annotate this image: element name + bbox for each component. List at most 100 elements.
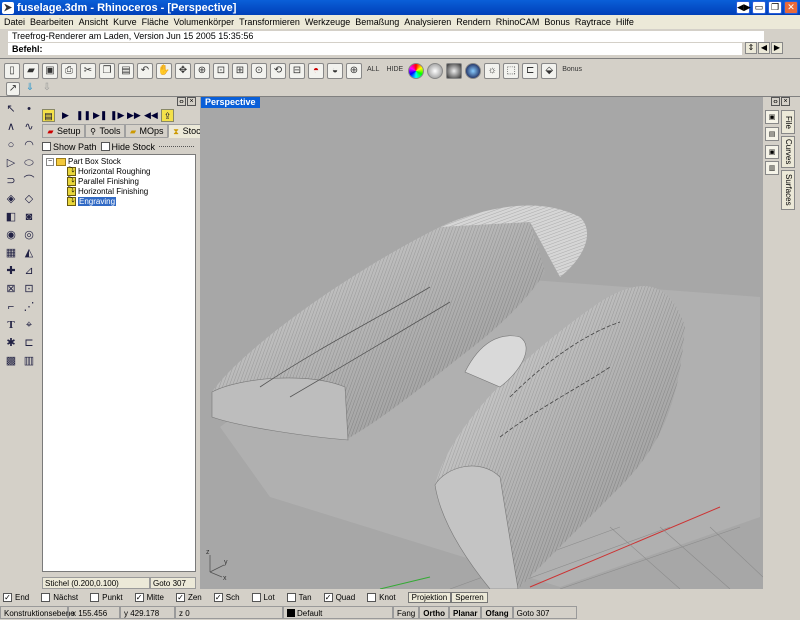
vrml-icon[interactable]: ▣ xyxy=(765,110,779,124)
osnap-tan[interactable]: Tan xyxy=(286,593,312,602)
layer-selector[interactable]: Default xyxy=(283,605,393,619)
offset-icon[interactable]: ⊃ xyxy=(3,173,19,189)
select-all-icon[interactable]: ⊕ xyxy=(346,63,362,79)
right-panel-close-icon[interactable]: × xyxy=(781,97,790,106)
zoom-extents-icon[interactable]: ⊞ xyxy=(232,63,248,79)
viewport-layout-icon[interactable]: ⊟ xyxy=(289,63,305,79)
dimension-icon[interactable]: ⊏ xyxy=(522,63,539,79)
arc-icon[interactable]: ◠ xyxy=(21,137,37,153)
title-bar[interactable]: fuselage.3dm - Rhinoceros - [Perspective… xyxy=(0,0,800,15)
save-vrml-icon[interactable]: ▤ xyxy=(765,127,779,141)
play-icon[interactable]: ▶ xyxy=(59,109,72,122)
point-icon[interactable]: • xyxy=(21,101,37,117)
projektion-button[interactable]: Projektion xyxy=(407,592,452,603)
panel-close-icon[interactable]: × xyxy=(187,97,196,106)
print-icon[interactable]: ⎙ xyxy=(61,63,77,79)
osnap-zen[interactable]: ✓ Zen xyxy=(175,593,202,602)
menu-hilfe[interactable]: Hilfe xyxy=(616,17,634,27)
block-icon[interactable]: ⬙ xyxy=(541,63,558,79)
menu-transformieren[interactable]: Transformieren xyxy=(239,17,300,27)
show-path-checkbox[interactable] xyxy=(42,142,51,151)
osnap-checkbox[interactable]: ✓ xyxy=(213,593,223,602)
osnap-checkbox[interactable] xyxy=(41,593,51,602)
menu-datei[interactable]: Datei xyxy=(4,17,25,27)
dimension-tool-icon[interactable]: ⌖ xyxy=(21,317,37,333)
polyline-icon[interactable]: ∧ xyxy=(3,119,19,135)
restore-arrows-button[interactable]: ◀▶ xyxy=(736,1,751,14)
text-icon[interactable]: T xyxy=(3,317,19,333)
hide-button[interactable]: HIDE xyxy=(384,63,405,79)
menu-raytrace[interactable]: Raytrace xyxy=(575,17,611,27)
simulation-speed-slider[interactable] xyxy=(159,146,194,151)
light-icon[interactable]: ☼ xyxy=(484,63,501,79)
mirror-icon[interactable]: ⊿ xyxy=(21,263,37,279)
panel-pin-icon[interactable]: ⴰ xyxy=(177,97,186,106)
tab-surfaces[interactable]: Surfaces xyxy=(781,170,795,210)
close-button[interactable]: ✕ xyxy=(784,1,798,14)
box-icon[interactable]: ◧ xyxy=(3,209,19,225)
command-left-icon[interactable]: ◀ xyxy=(758,42,770,54)
menu-bearbeiten[interactable]: Bearbeiten xyxy=(30,17,74,27)
collapse-icon[interactable]: − xyxy=(46,157,54,166)
osnap-checkbox[interactable]: ✓ xyxy=(3,593,12,602)
copy-icon[interactable]: ❐ xyxy=(99,63,115,79)
bonus-button[interactable]: Bonus xyxy=(560,63,584,79)
tree-node-parallel-finishing[interactable]: ⤵ Parallel Finishing xyxy=(67,177,139,186)
mag-icon[interactable]: ▣ xyxy=(765,145,779,159)
command-right-icon[interactable]: ▶ xyxy=(771,42,783,54)
fillet-icon[interactable]: ⌒ xyxy=(21,173,37,189)
menu-bemassung[interactable]: Bemaßung xyxy=(355,17,399,27)
maximize-button[interactable]: ❐ xyxy=(768,1,782,14)
sperren-button[interactable]: Sperren xyxy=(451,592,488,603)
fast-forward-icon[interactable]: ▶▶ xyxy=(127,109,141,122)
osnap-checkbox[interactable]: ✓ xyxy=(175,593,185,602)
viewport-title[interactable]: Perspective xyxy=(201,97,260,108)
export-icon[interactable]: ⇪ xyxy=(161,109,174,122)
step-icon[interactable]: ▶❚ xyxy=(93,109,107,122)
tab-setup[interactable]: ▰ Setup xyxy=(42,124,85,138)
group-icon[interactable]: ⬚ xyxy=(503,63,520,79)
right-panel-pin-icon[interactable]: ⴰ xyxy=(771,97,780,106)
ofang-toggle[interactable]: Ofang xyxy=(481,605,513,619)
menu-werkzeuge[interactable]: Werkzeuge xyxy=(305,17,350,27)
osnap-naechst[interactable]: Nächst xyxy=(41,593,78,602)
menu-kurve[interactable]: Kurve xyxy=(113,17,137,27)
menu-ansicht[interactable]: Ansicht xyxy=(79,17,109,27)
ortho-toggle[interactable]: Ortho xyxy=(419,605,450,619)
layer-icon[interactable]: ▩ xyxy=(3,353,19,369)
circle-icon[interactable]: ○ xyxy=(3,137,19,153)
undo-icon[interactable]: ↶ xyxy=(137,63,153,79)
rhino-app-icon[interactable] xyxy=(2,1,14,14)
menu-rhinocam[interactable]: RhinoCAM xyxy=(496,17,540,27)
undo-view-icon[interactable]: ⟲ xyxy=(270,63,286,79)
step-end-icon[interactable]: ❚▶ xyxy=(110,109,124,122)
machine-icon[interactable]: ▤ xyxy=(42,109,55,122)
zoom-icon[interactable]: ⊕ xyxy=(194,63,210,79)
menu-analysieren[interactable]: Analysieren xyxy=(404,17,451,27)
menu-volumenkoerper[interactable]: Volumenkörper xyxy=(174,17,235,27)
osnap-lot[interactable]: Lot xyxy=(251,593,275,602)
properties-icon[interactable]: ▥ xyxy=(21,353,37,369)
osnap-mitte[interactable]: ✓ Mitte xyxy=(134,593,164,602)
revolve-icon[interactable]: ◎ xyxy=(21,227,37,243)
mesh-icon[interactable]: ◭ xyxy=(21,245,37,261)
osnap-sch[interactable]: ✓ Sch xyxy=(213,593,240,602)
menu-bonus[interactable]: Bonus xyxy=(544,17,570,27)
tab-tools[interactable]: ⚲ Tools xyxy=(84,124,125,138)
join-icon[interactable]: ⊏ xyxy=(21,335,37,351)
array-icon[interactable]: ⊠ xyxy=(3,281,19,297)
trim-icon[interactable]: ⌐ xyxy=(3,299,19,315)
ellipse-icon[interactable]: ⬭ xyxy=(21,155,37,171)
tab-file[interactable]: File xyxy=(781,110,795,134)
perspective-viewport[interactable]: Perspective z y x xyxy=(200,97,763,589)
color-wheel-icon[interactable] xyxy=(408,63,425,79)
osnap-punkt[interactable]: Punkt xyxy=(90,593,123,602)
tab-curves[interactable]: Curves xyxy=(781,136,795,168)
curve-icon[interactable]: ∿ xyxy=(21,119,37,135)
loft-icon[interactable]: ◇ xyxy=(21,191,37,207)
rewind-icon[interactable]: ◀◀ xyxy=(144,109,158,122)
pan-hand-icon[interactable]: ✋ xyxy=(156,63,172,79)
osnap-quad[interactable]: ✓ Quad xyxy=(323,593,355,602)
open-file-icon[interactable]: ▰ xyxy=(23,63,39,79)
zoom-selected-icon[interactable]: ⊙ xyxy=(251,63,267,79)
